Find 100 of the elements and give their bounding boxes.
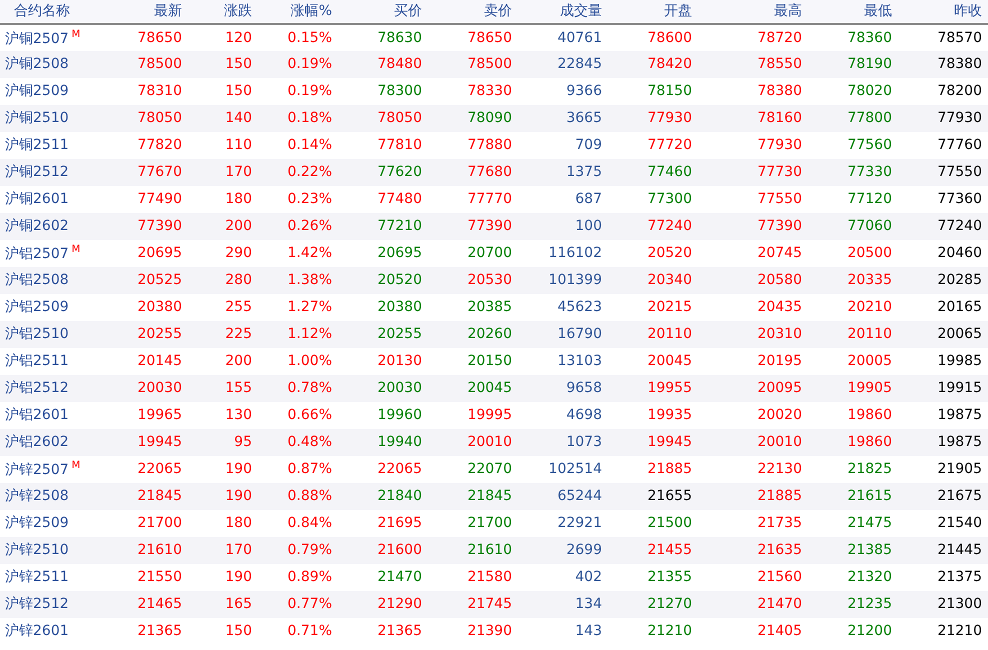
table-cell: 21600	[332, 537, 422, 564]
table-cell: 190	[182, 564, 252, 591]
table-cell: 77760	[892, 132, 988, 159]
table-cell: 0.48%	[252, 429, 332, 456]
table-cell: 21635	[692, 537, 802, 564]
table-cell: 20210	[802, 294, 892, 321]
table-cell: 190	[182, 456, 252, 483]
contract-name: 沪铜2512	[5, 164, 69, 180]
table-cell: 77390	[692, 213, 802, 240]
table-cell: 143	[512, 618, 602, 645]
table-cell: 78190	[802, 51, 892, 78]
table-cell: 77550	[692, 186, 802, 213]
table-cell: 20255	[120, 321, 182, 348]
table-cell: 45623	[512, 294, 602, 321]
table-cell: 21465	[120, 591, 182, 618]
table-cell: 20030	[120, 375, 182, 402]
table-cell: 21355	[602, 564, 692, 591]
table-cell: 0.89%	[252, 564, 332, 591]
table-cell: 77460	[602, 159, 692, 186]
table-cell: 78500	[120, 51, 182, 78]
table-cell: 0.84%	[252, 510, 332, 537]
contract-name: 沪铜2508	[5, 56, 69, 72]
table-cell: 20110	[602, 321, 692, 348]
table-cell: 0.26%	[252, 213, 332, 240]
table-cell: 20745	[692, 240, 802, 267]
table-cell: 20460	[892, 240, 988, 267]
contract-name: 沪铝2509	[5, 299, 69, 315]
table-cell: 77550	[892, 159, 988, 186]
table-cell: 78160	[692, 105, 802, 132]
table-cell: 290	[182, 240, 252, 267]
table-cell: 21290	[332, 591, 422, 618]
table-cell: 77770	[422, 186, 512, 213]
table-cell: 21385	[802, 537, 892, 564]
table-cell: 20215	[602, 294, 692, 321]
table-cell: 110	[182, 132, 252, 159]
contract-name: 沪铜2509	[5, 83, 69, 99]
contract-name: 沪铝2601	[5, 407, 69, 423]
table-cell: 21455	[602, 537, 692, 564]
table-cell: 20020	[692, 402, 802, 429]
table-cell: 78420	[602, 51, 692, 78]
table-cell: 687	[512, 186, 602, 213]
table-cell: 1073	[512, 429, 602, 456]
table-cell: 77930	[602, 105, 692, 132]
table-cell: 22070	[422, 456, 512, 483]
table-cell: 19985	[892, 348, 988, 375]
table-cell: 13103	[512, 348, 602, 375]
table-cell: 20260	[422, 321, 512, 348]
table-cell: 22065	[120, 456, 182, 483]
table-cell: 170	[182, 537, 252, 564]
table-cell: 77300	[602, 186, 692, 213]
table-cell: 21745	[422, 591, 512, 618]
table-cell: 21675	[892, 483, 988, 510]
table-cell: 100	[512, 213, 602, 240]
table-cell: 21615	[802, 483, 892, 510]
column-header: 涨幅%	[252, 0, 332, 24]
table-cell: 78090	[422, 105, 512, 132]
table-cell: 22845	[512, 51, 602, 78]
table-cell: 19945	[120, 429, 182, 456]
table-cell: 20385	[422, 294, 512, 321]
table-cell: 21560	[692, 564, 802, 591]
table-cell: 21845	[120, 483, 182, 510]
table-cell: 1.42%	[252, 240, 332, 267]
table-cell: 20520	[332, 267, 422, 294]
table-cell: 77390	[120, 213, 182, 240]
table-cell: 77390	[422, 213, 512, 240]
table-cell: 78480	[332, 51, 422, 78]
table-cell: 78630	[332, 24, 422, 51]
table-cell: 20530	[422, 267, 512, 294]
table-cell: 134	[512, 591, 602, 618]
table-cell: 1375	[512, 159, 602, 186]
table-cell: 2699	[512, 537, 602, 564]
contract-name: 沪铝2507	[5, 246, 69, 262]
contract-name: 沪铝2512	[5, 380, 69, 396]
table-cell: 19945	[602, 429, 692, 456]
table-cell: 19935	[602, 402, 692, 429]
table-cell: 20695	[332, 240, 422, 267]
table-cell: 0.19%	[252, 51, 332, 78]
table-cell: 20045	[422, 375, 512, 402]
table-cell: 78570	[892, 24, 988, 51]
table-cell: 20065	[892, 321, 988, 348]
table-cell: 77810	[332, 132, 422, 159]
table-cell: 77360	[892, 186, 988, 213]
table-cell: 21270	[602, 591, 692, 618]
table-cell: 709	[512, 132, 602, 159]
table-cell: 20380	[120, 294, 182, 321]
table-cell: 21540	[892, 510, 988, 537]
table-cell: 78150	[602, 78, 692, 105]
table-cell: 180	[182, 186, 252, 213]
contract-name: 沪锌2601	[5, 623, 69, 639]
table-cell: 78310	[120, 78, 182, 105]
table-cell: 19875	[892, 402, 988, 429]
table-cell: 77240	[892, 213, 988, 240]
table-cell: 116102	[512, 240, 602, 267]
table-cell: 20095	[692, 375, 802, 402]
table-cell: 0.79%	[252, 537, 332, 564]
table-cell: 20695	[120, 240, 182, 267]
table-cell: 102514	[512, 456, 602, 483]
contract-name: 沪铝2510	[5, 326, 69, 342]
contract-name: 沪铜2510	[5, 110, 69, 126]
table-cell: 20340	[602, 267, 692, 294]
